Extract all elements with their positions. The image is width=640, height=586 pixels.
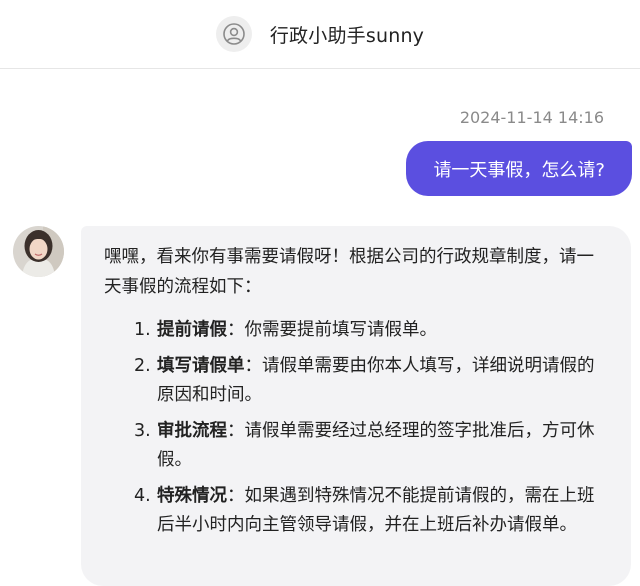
list-item-title: 填写请假单 bbox=[157, 355, 245, 376]
list-item: 1. 提前请假：你需要提前填写请假单。 bbox=[134, 316, 609, 346]
list-item-title: 特殊情况 bbox=[157, 485, 227, 506]
list-item: 4. 特殊情况：如果遇到特殊情况不能提前请假的，需在上班后半小时内向主管领导请假，… bbox=[134, 482, 609, 541]
process-steps-list: 1. 提前请假：你需要提前填写请假单。 2. 填写请假单：请假单需要由你本人填写，详… bbox=[104, 316, 609, 541]
user-circle-icon bbox=[223, 23, 245, 45]
list-item-number: 1. bbox=[134, 320, 151, 340]
list-item-title: 提前请假 bbox=[157, 320, 227, 340]
list-item-number: 2. bbox=[134, 355, 151, 376]
chat-title: 行政小助手sunny bbox=[269, 24, 425, 47]
bot-avatar[interactable] bbox=[13, 226, 64, 277]
list-item: 2. 填写请假单：请假单需要由你本人填写，详细说明请假的原因和时间。 bbox=[134, 352, 609, 411]
bot-message-bubble: 嘿嘿，看来你有事需要请假呀！根据公司的行政规章制度，请一天事假的流程如下： 1.… bbox=[81, 226, 631, 586]
list-item: 3. 审批流程：请假单需要经过总经理的签字批准后，方可休假。 bbox=[134, 417, 609, 476]
list-item-number: 4. bbox=[134, 485, 151, 506]
list-item-text: ：你需要提前填写请假单。 bbox=[227, 320, 437, 340]
user-message-text: 请一天事假，怎么请? bbox=[433, 159, 605, 181]
message-timestamp: 2024-11-14 14:16 bbox=[459, 108, 604, 127]
user-message-bubble: 请一天事假，怎么请? bbox=[406, 141, 632, 196]
list-item-number: 3. bbox=[134, 420, 151, 441]
bot-avatar-image bbox=[13, 226, 64, 277]
list-item-title: 审批流程 bbox=[157, 420, 227, 441]
assistant-avatar[interactable] bbox=[215, 16, 252, 52]
bot-message-intro: 嘿嘿，看来你有事需要请假呀！根据公司的行政规章制度，请一天事假的流程如下： bbox=[104, 247, 594, 297]
chat-header: 行政小助手sunny bbox=[0, 0, 640, 69]
